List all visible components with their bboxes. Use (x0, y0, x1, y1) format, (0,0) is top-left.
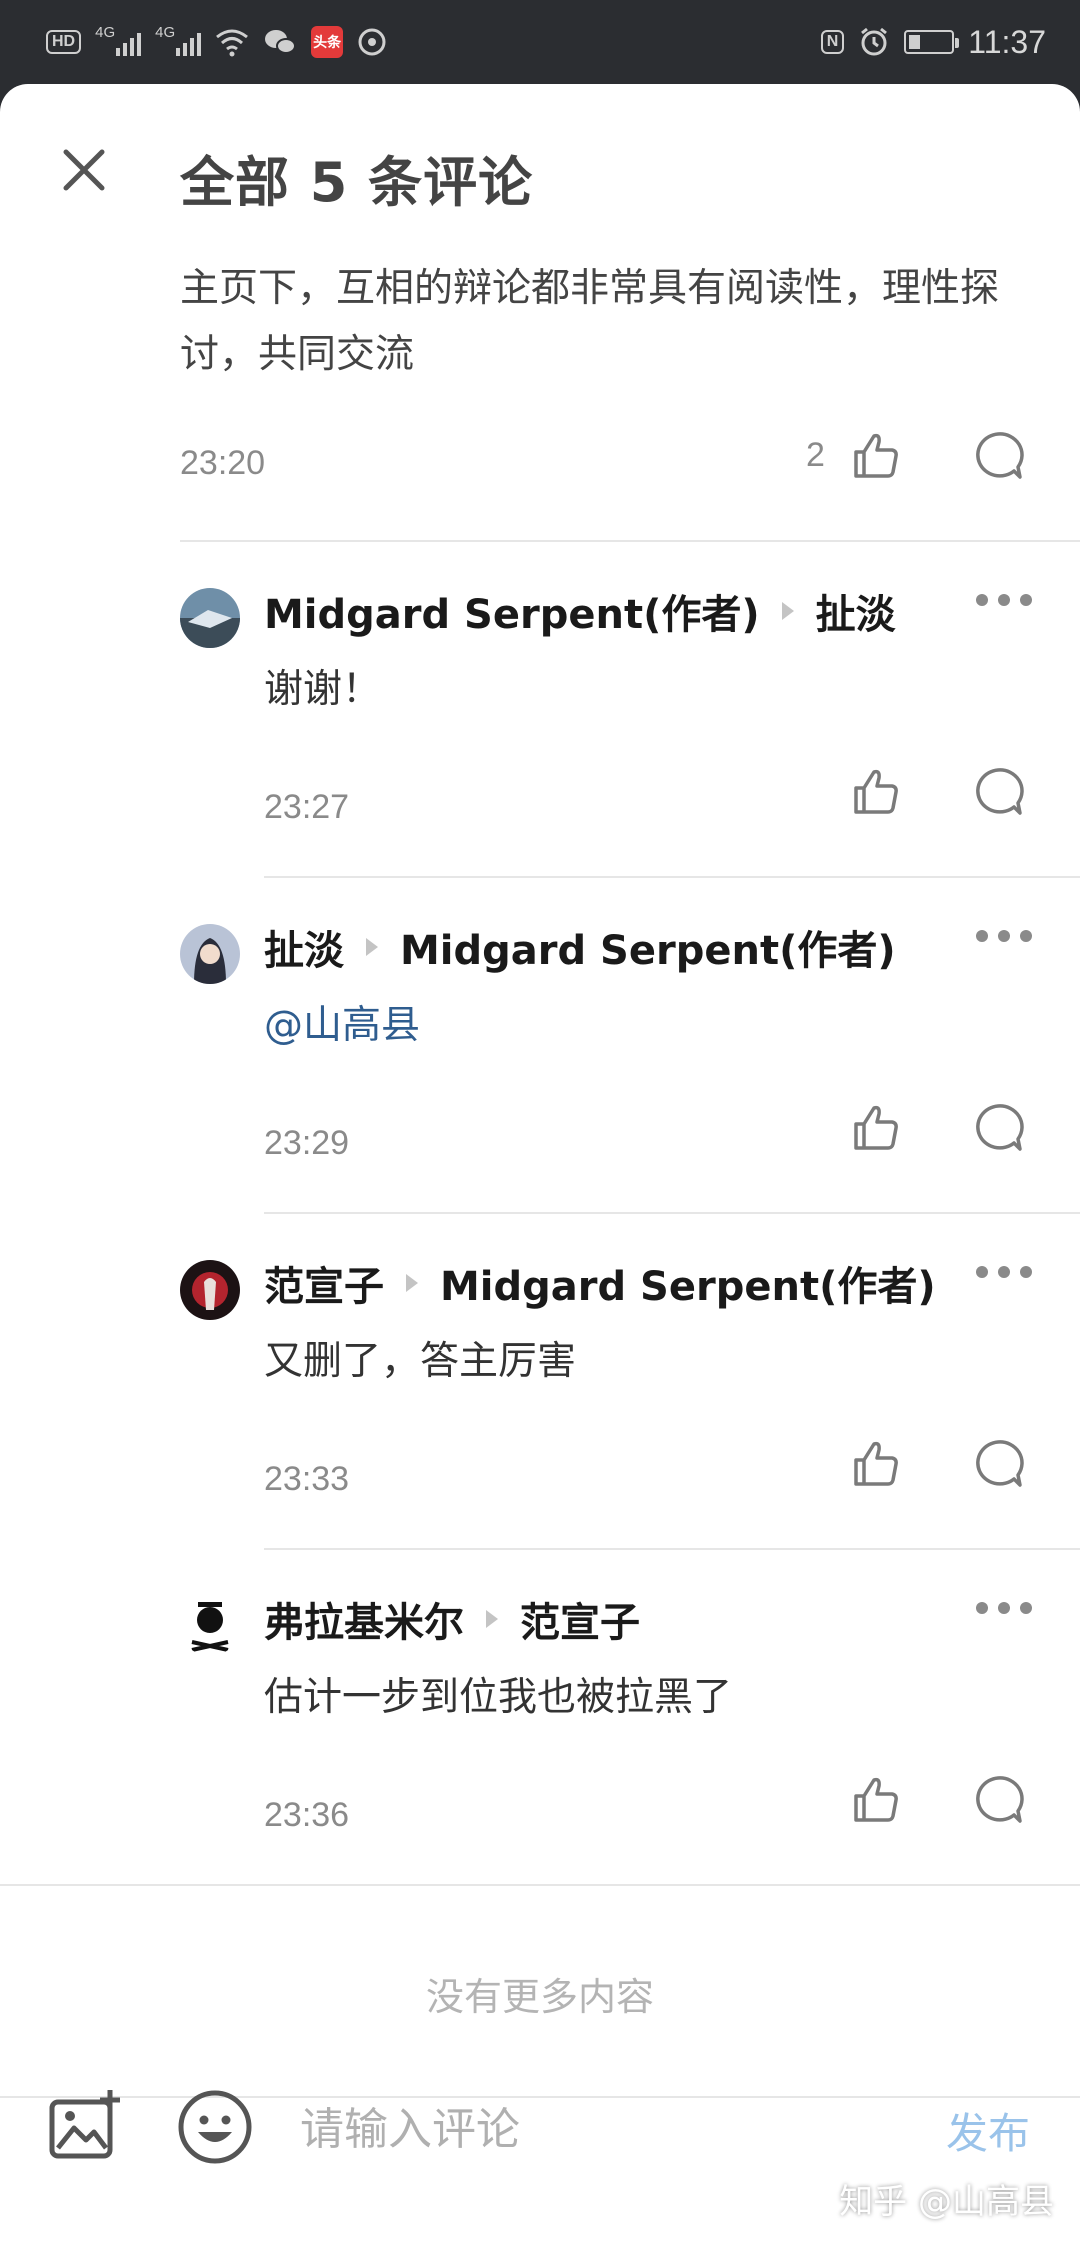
reply-icon[interactable] (970, 764, 1026, 820)
reply-arrow-icon (406, 1274, 418, 1292)
comment-input[interactable] (300, 2094, 900, 2164)
status-time: 11:37 (968, 23, 1046, 60)
more-icon[interactable] (976, 926, 1032, 946)
reply-item: Midgard Serpent(作者) 扯淡 谢谢！ 23:27 (0, 542, 1080, 878)
status-bar-right: N 11:37 (820, 22, 1046, 62)
sheet-title: 全部 5 条评论 (180, 151, 534, 214)
reply-time: 23:36 (264, 1796, 350, 1834)
battery-icon (904, 30, 960, 54)
author-name[interactable]: 范宣子 (264, 1254, 384, 1312)
status-bar: HD 4G 4G 头条 N 11:37 (0, 0, 1080, 84)
publish-button[interactable]: 发布 (946, 2100, 1030, 2161)
signal-icon-sim1: 4G (95, 24, 142, 58)
reply-item: 范宣子 Midgard Serpent(作者) 又删了，答主厉害 23:33 (0, 1214, 1080, 1550)
root-comment-time: 23:20 (180, 444, 266, 482)
reply-to-name[interactable]: 扯淡 (816, 582, 896, 640)
reply-time: 23:33 (264, 1460, 350, 1498)
avatar[interactable] (180, 1260, 240, 1320)
reply-body: 又删了，答主厉害 (264, 1339, 577, 1384)
no-more-content-label: 没有更多内容 (425, 1975, 654, 2019)
author-name[interactable]: Midgard Serpent(作者) (264, 582, 760, 640)
hd-indicator: HD (46, 30, 82, 54)
root-like-count: 2 (806, 436, 825, 474)
comments-sheet: 全部 5 条评论 主页下，互相的辩论都非常具有阅读性，理性探讨，共同交流 23:… (0, 84, 1080, 2244)
reply-to-name[interactable]: Midgard Serpent(作者) (400, 918, 896, 976)
reply-icon[interactable] (970, 428, 1026, 484)
reply-header: 范宣子 Midgard Serpent(作者) (264, 1254, 936, 1312)
reply-body: 估计一步到位我也被拉黑了 (264, 1675, 733, 1720)
root-comment-body: 主页下，互相的辩论都非常具有阅读性，理性探讨，共同交流 (180, 266, 1000, 377)
avatar[interactable] (180, 924, 240, 984)
reply-header: 弗拉基米尔 范宣子 (264, 1590, 640, 1648)
reply-arrow-icon (486, 1610, 498, 1628)
reply-arrow-icon (781, 602, 794, 620)
reply-body[interactable]: @山高县 (264, 994, 420, 1050)
like-icon[interactable] (848, 428, 904, 484)
like-icon[interactable] (848, 1772, 904, 1828)
signal-icon-sim2: 4G (155, 24, 202, 58)
nfc-icon: N (820, 30, 845, 54)
list-end-divider (0, 1884, 1080, 1886)
like-icon[interactable] (848, 1436, 904, 1492)
avatar[interactable] (180, 1596, 240, 1656)
add-image-icon[interactable] (48, 2088, 126, 2166)
like-icon[interactable] (848, 764, 904, 820)
more-icon[interactable] (976, 590, 1032, 610)
reply-to-name[interactable]: Midgard Serpent(作者) (440, 1254, 936, 1312)
watermark: 知乎 @山高县 (839, 2182, 1054, 2222)
reply-icon[interactable] (970, 1772, 1026, 1828)
more-icon[interactable] (976, 1262, 1032, 1282)
browser-icon (358, 28, 386, 56)
wifi-icon (216, 29, 249, 57)
close-icon[interactable] (54, 140, 114, 200)
reply-item: 弗拉基米尔 范宣子 估计一步到位我也被拉黑了 23:36 (0, 1550, 1080, 1886)
reply-time: 23:27 (264, 788, 350, 826)
alarm-icon (861, 27, 888, 56)
wechat-icon (265, 30, 297, 54)
reply-time: 23:29 (264, 1124, 350, 1162)
avatar[interactable] (180, 588, 240, 648)
author-name[interactable]: 扯淡 (264, 918, 344, 976)
reply-body: 谢谢！ (264, 667, 382, 712)
reply-item: 扯淡 Midgard Serpent(作者) @山高县 23:29 (0, 878, 1080, 1214)
author-name[interactable]: 弗拉基米尔 (264, 1590, 464, 1648)
reply-header: 扯淡 Midgard Serpent(作者) (264, 918, 896, 976)
reply-to-name[interactable]: 范宣子 (520, 1590, 640, 1648)
reply-arrow-icon (366, 938, 378, 956)
toutiao-app-icon: 头条 (311, 26, 344, 58)
status-bar-left: HD 4G 4G 头条 (46, 22, 387, 62)
reply-icon[interactable] (970, 1436, 1026, 1492)
more-icon[interactable] (976, 1598, 1032, 1618)
emoji-icon[interactable] (176, 2088, 254, 2166)
reply-header: Midgard Serpent(作者) 扯淡 (264, 582, 896, 640)
reply-icon[interactable] (970, 1100, 1026, 1156)
like-icon[interactable] (848, 1100, 904, 1156)
